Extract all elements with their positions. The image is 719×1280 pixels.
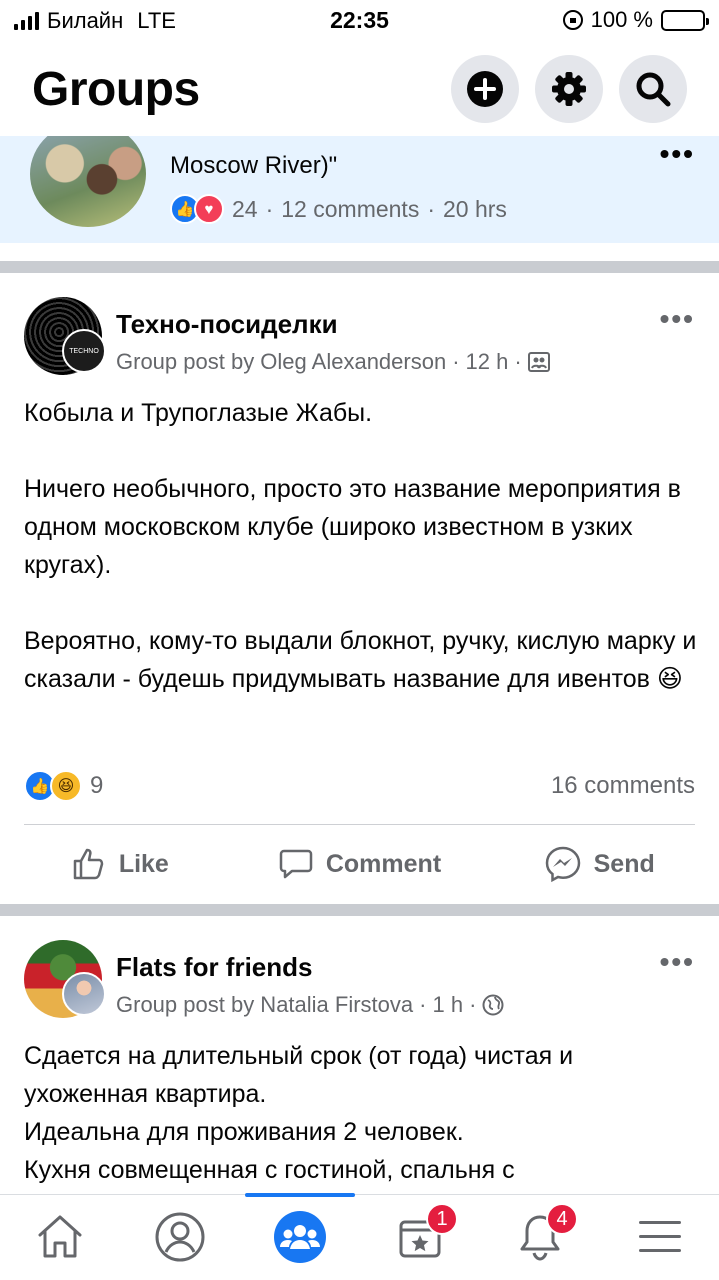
notification-badge: 4 — [546, 1203, 578, 1235]
comment-icon — [279, 849, 313, 879]
post-paragraph: Сдается на длительный срок (от года) чис… — [24, 1042, 574, 1108]
tab-pages[interactable]: 1 — [392, 1203, 458, 1265]
post-paragraph: Вероятно, кому-то выдали блокнот, ручку,… — [24, 627, 697, 693]
tab-notifications[interactable]: 4 — [512, 1203, 578, 1265]
status-right: 100 % — [562, 7, 709, 33]
active-tab-indicator — [245, 1193, 355, 1197]
reaction-count: 24 — [232, 195, 258, 222]
post-paragraph: Ничего необычного, просто это название м… — [24, 475, 681, 579]
comments-count[interactable]: 16 comments — [551, 772, 695, 800]
reaction-icons[interactable]: 👍 😆 — [24, 770, 82, 802]
like-label: Like — [118, 849, 169, 878]
tab-home[interactable] — [32, 1209, 88, 1265]
globe-icon — [482, 994, 504, 1016]
bottom-tab-bar: 1 4 — [0, 1193, 719, 1280]
post-actions: Like Comment Send — [0, 834, 719, 894]
post-time: 12 h — [465, 349, 509, 374]
status-bar: Билайн LTE 22:35 100 % — [0, 0, 719, 40]
rotation-lock-icon — [562, 10, 583, 30]
group-post: TECHNO Техно-посиделки Group post by Ole… — [0, 273, 719, 900]
post-counts: 👍 😆 9 16 comments — [24, 768, 695, 804]
highlighted-post-card[interactable]: Moscow River)" ••• 👍 ♥ 24 · 12 comments … — [0, 136, 719, 243]
search-button[interactable] — [619, 55, 687, 123]
comment-label: Comment — [325, 849, 442, 878]
groups-feed[interactable]: Moscow River)" ••• 👍 ♥ 24 · 12 comments … — [0, 136, 719, 1194]
author-line[interactable]: Group post by Natalia Firstova — [116, 992, 413, 1018]
more-options-icon[interactable]: ••• — [660, 946, 695, 978]
post-photo-avatar[interactable] — [30, 136, 146, 227]
post-body: Кобыла и Трупоглазые Жабы. Ничего необыч… — [24, 394, 704, 698]
tab-profile[interactable] — [152, 1209, 208, 1265]
post-time: 20 hrs — [443, 195, 507, 222]
author-avatar[interactable] — [62, 972, 106, 1016]
love-reaction-icon: ♥ — [194, 194, 224, 224]
plus-icon — [467, 71, 503, 107]
post-stats: 👍 ♥ 24 · 12 comments · 20 hrs — [170, 194, 507, 224]
menu-icon — [639, 1221, 681, 1252]
create-button[interactable] — [451, 55, 519, 123]
group-post: Flats for friends Group post by Natalia … — [0, 916, 719, 1194]
dot-separator: · — [265, 195, 274, 222]
more-options-icon[interactable]: ••• — [660, 303, 695, 335]
groups-icon — [274, 1211, 326, 1263]
send-label: Send — [593, 849, 655, 878]
header: Groups — [0, 40, 719, 136]
like-button[interactable]: Like — [0, 834, 240, 894]
post-text: Moscow River)" — [170, 152, 338, 179]
dot-separator: · — [514, 349, 522, 374]
tab-menu[interactable] — [632, 1209, 688, 1265]
gear-icon — [552, 72, 586, 106]
settings-button[interactable] — [535, 55, 603, 123]
search-icon — [636, 72, 671, 107]
dot-separator: · — [427, 195, 435, 222]
feed-separator — [0, 257, 719, 273]
profile-icon — [155, 1212, 205, 1262]
post-time: 1 h — [432, 992, 464, 1017]
more-options-icon[interactable]: ••• — [660, 138, 695, 170]
author-line[interactable]: Group post by Oleg Alexanderson — [116, 349, 446, 375]
group-members-icon — [527, 352, 550, 372]
post-paragraph: Кобыла и Трупоглазые Жабы. — [24, 399, 373, 427]
post-body: Сдается на длительный срок (от года) чис… — [24, 1037, 704, 1189]
group-name[interactable]: Техно-посиделки — [116, 309, 338, 340]
dot-separator: · — [469, 992, 477, 1017]
comment-button[interactable]: Comment — [240, 834, 480, 894]
author-avatar[interactable]: TECHNO — [62, 329, 106, 373]
post-meta: Group post by Natalia Firstova · 1 h · — [116, 992, 504, 1018]
thumbs-up-icon — [73, 848, 104, 880]
haha-reaction-icon: 😆 — [50, 770, 82, 802]
post-paragraph: Кухня совмещенная с гостиной, спальня с — [24, 1156, 515, 1184]
post-paragraph: Идеальна для проживания 2 человек. — [24, 1118, 464, 1146]
home-icon — [38, 1215, 82, 1258]
comments-count[interactable]: 12 comments — [281, 196, 419, 223]
feed-separator — [0, 900, 719, 916]
dot-separator: · — [452, 349, 460, 374]
divider — [24, 824, 695, 825]
group-name[interactable]: Flats for friends — [116, 952, 312, 983]
reaction-count[interactable]: 9 — [90, 772, 103, 800]
battery-icon — [661, 9, 709, 31]
avatar-text: TECHNO — [69, 347, 99, 355]
page-title: Groups — [32, 63, 200, 116]
post-meta: Group post by Oleg Alexanderson · 12 h · — [116, 349, 550, 375]
messenger-icon — [545, 846, 580, 883]
battery-percent: 100 % — [590, 7, 653, 32]
tab-groups[interactable] — [272, 1209, 328, 1265]
send-button[interactable]: Send — [479, 834, 719, 894]
reaction-icons: 👍 ♥ — [170, 194, 224, 224]
notification-badge: 1 — [426, 1203, 458, 1235]
dot-separator: · — [419, 992, 427, 1017]
